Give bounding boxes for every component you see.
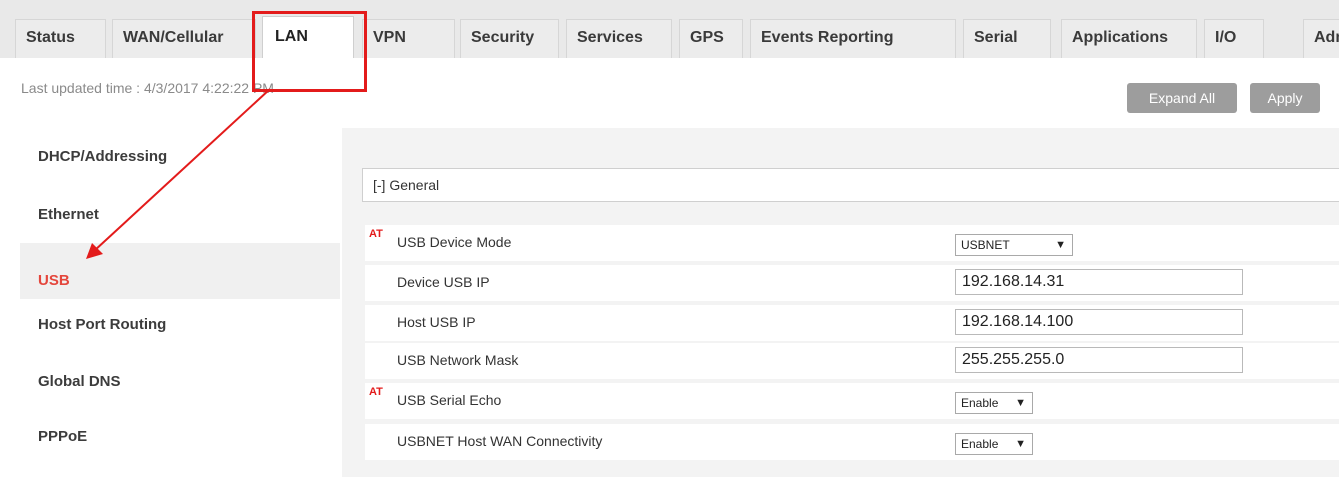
- tab-label: Security: [471, 29, 535, 46]
- tab-bar: Status WAN/Cellular LAN VPN Security Ser…: [0, 0, 1339, 58]
- tab-label: Admin: [1314, 29, 1339, 46]
- sidebar-item-label: USB: [38, 272, 70, 289]
- caret-down-icon: ▼: [1015, 438, 1026, 450]
- tab-label: Services: [577, 29, 643, 46]
- tab-label: VPN: [373, 29, 406, 46]
- tab-label: GPS: [690, 29, 724, 46]
- select-value: Enable: [961, 437, 999, 451]
- tab-label: WAN/Cellular: [123, 29, 224, 46]
- caret-down-icon: ▼: [1055, 239, 1066, 251]
- tab-label: LAN: [275, 28, 308, 45]
- row-device-usb-ip: Device USB IP: [365, 265, 1339, 301]
- sidebar-item-label: Host Port Routing: [38, 316, 167, 333]
- sidebar-item-label: PPPoE: [38, 428, 88, 445]
- tab-label: Serial: [974, 29, 1018, 46]
- sidebar-item-pppoe[interactable]: PPPoE: [20, 428, 340, 445]
- general-section-header[interactable]: [-] General: [362, 168, 1339, 202]
- tab-admin[interactable]: Admin: [1303, 19, 1339, 58]
- sidebar-item-label: DHCP/Addressing: [38, 148, 168, 165]
- sidebar-item-dhcp-addressing[interactable]: DHCP/Addressing: [20, 148, 340, 165]
- row-label: USB Device Mode: [397, 234, 512, 250]
- select-value: Enable: [961, 396, 999, 410]
- sidebar-item-global-dns[interactable]: Global DNS: [20, 373, 340, 390]
- row-usb-device-mode: AT USB Device Mode USBNET ▼: [365, 225, 1339, 261]
- at-command-flag: AT: [369, 386, 383, 398]
- row-label: USB Serial Echo: [397, 392, 502, 408]
- select-value: USBNET: [961, 238, 1010, 252]
- expand-all-button[interactable]: Expand All: [1127, 83, 1237, 113]
- tab-gps[interactable]: GPS: [679, 19, 743, 58]
- at-command-flag: AT: [369, 228, 383, 240]
- row-label: Device USB IP: [397, 274, 490, 290]
- usb-device-mode-select[interactable]: USBNET ▼: [955, 234, 1073, 256]
- row-label: Host USB IP: [397, 314, 476, 330]
- usb-network-mask-field[interactable]: [955, 347, 1243, 373]
- tab-events-reporting[interactable]: Events Reporting: [750, 19, 956, 58]
- sidebar-item-usb[interactable]: USB: [20, 243, 340, 299]
- device-usb-ip-field[interactable]: [955, 269, 1243, 295]
- tab-security[interactable]: Security: [460, 19, 559, 58]
- tab-applications[interactable]: Applications: [1061, 19, 1197, 58]
- tab-label: Status: [26, 29, 75, 46]
- tab-label: Events Reporting: [761, 29, 894, 46]
- sidebar-item-label: Global DNS: [38, 373, 121, 390]
- host-usb-ip-field[interactable]: [955, 309, 1243, 335]
- tab-wan-cellular[interactable]: WAN/Cellular: [112, 19, 256, 58]
- tab-vpn[interactable]: VPN: [362, 19, 455, 58]
- tab-services[interactable]: Services: [566, 19, 672, 58]
- usb-serial-echo-select[interactable]: Enable ▼: [955, 392, 1033, 414]
- apply-button[interactable]: Apply: [1250, 83, 1320, 113]
- row-label: USB Network Mask: [397, 352, 519, 368]
- sidebar-item-ethernet[interactable]: Ethernet: [20, 206, 340, 223]
- row-usb-serial-echo: AT USB Serial Echo Enable ▼: [365, 383, 1339, 419]
- last-updated-time: Last updated time : 4/3/2017 4:22:22 PM: [21, 80, 274, 96]
- sidebar-item-label: Ethernet: [38, 206, 99, 223]
- row-host-usb-ip: Host USB IP: [365, 305, 1339, 341]
- usbnet-host-wan-connectivity-select[interactable]: Enable ▼: [955, 433, 1033, 455]
- tab-label: Applications: [1072, 29, 1169, 46]
- row-label: USBNET Host WAN Connectivity: [397, 433, 603, 449]
- tab-status[interactable]: Status: [15, 19, 106, 58]
- tab-io[interactable]: I/O: [1204, 19, 1264, 58]
- caret-down-icon: ▼: [1015, 397, 1026, 409]
- tab-label: I/O: [1215, 29, 1237, 46]
- tab-lan[interactable]: LAN: [262, 16, 354, 58]
- sidebar-item-host-port-routing[interactable]: Host Port Routing: [20, 316, 340, 333]
- row-usb-network-mask: USB Network Mask: [365, 343, 1339, 379]
- row-usbnet-host-wan-connectivity: USBNET Host WAN Connectivity Enable ▼: [365, 424, 1339, 460]
- tab-serial[interactable]: Serial: [963, 19, 1051, 58]
